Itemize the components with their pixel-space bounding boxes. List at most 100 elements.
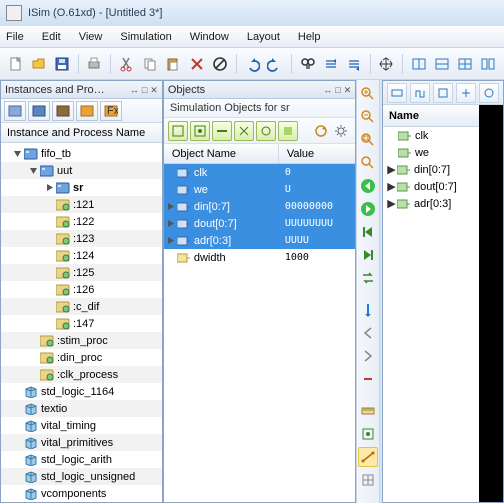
expand-button[interactable] [345,53,364,75]
expand-icon[interactable] [45,183,54,192]
expand-icon[interactable] [29,353,38,362]
dock-icon[interactable]: □ [335,85,340,95]
expand-icon[interactable] [45,268,54,277]
tree-item[interactable]: :clk_process [1,366,162,383]
expand-icon[interactable] [166,236,175,245]
object-row[interactable]: clk0 [164,164,355,181]
filter-btn-3[interactable] [52,101,74,121]
pin-icon[interactable]: ↔ [323,85,332,95]
add-marker-button[interactable] [358,300,378,320]
instances-tree[interactable]: fifo_tbuutsr:121:122:123:124:125:126:c_d… [1,143,162,502]
wave-name-header[interactable]: Name [383,105,479,127]
objfilter-3[interactable] [212,121,232,141]
expand-icon[interactable] [45,251,54,260]
tree-item[interactable]: std_logic_1164 [1,383,162,400]
expand-icon[interactable] [45,234,54,243]
menu-window[interactable]: Window [190,31,229,43]
copy-button[interactable] [140,53,159,75]
filter-btn-4[interactable] [76,101,98,121]
window-tile2-button[interactable] [432,53,451,75]
window-tile4-button[interactable] [479,53,498,75]
wave-signal-row[interactable]: ▶adr[0:3] [383,195,479,212]
next-edge-button[interactable] [358,245,378,265]
go-start-button[interactable] [358,176,378,196]
zoom-fit-button[interactable] [358,130,378,150]
tree-item[interactable]: :125 [1,264,162,281]
go-end-button[interactable] [358,199,378,219]
object-row[interactable]: weU [164,181,355,198]
window-tile3-button[interactable] [455,53,474,75]
save-button[interactable] [53,53,72,75]
objects-list[interactable]: clk0weUdin[0:7]00000000dout[0:7]UUUUUUUU… [164,164,355,502]
close-icon[interactable]: ✕ [150,85,158,95]
zoom-out-button[interactable] [358,107,378,127]
prev-edge-button[interactable] [358,222,378,242]
remove-marker-button[interactable] [358,369,378,389]
expand-icon[interactable] [45,285,54,294]
col-value[interactable]: Value [279,144,355,163]
expand-icon[interactable] [13,455,22,464]
swap-button[interactable] [358,268,378,288]
wave-btn-3[interactable] [433,83,453,103]
obj-reload-button[interactable] [312,122,330,140]
expand-icon[interactable] [13,489,22,498]
tree-item[interactable]: :c_dif [1,298,162,315]
menu-edit[interactable]: Edit [42,31,61,43]
expand-icon[interactable] [45,319,54,328]
objects-column-headers[interactable]: Object Name Value [164,144,355,164]
tree-item[interactable]: std_logic_arith [1,451,162,468]
expand-icon[interactable] [13,421,22,430]
drag-icon[interactable] [377,53,396,75]
objfilter-1[interactable] [168,121,188,141]
expand-icon[interactable]: ▶ [387,182,396,191]
tree-item[interactable]: std_logic_unsigned [1,468,162,485]
tree-item[interactable]: :147 [1,315,162,332]
dock-icon[interactable]: □ [142,85,147,95]
filter-btn-5[interactable]: Fx [100,101,122,121]
filter-btn-2[interactable] [28,101,50,121]
expand-icon[interactable] [13,404,22,413]
expand-icon[interactable] [45,302,54,311]
tree-item[interactable]: :stim_proc [1,332,162,349]
grid-button[interactable] [358,470,378,490]
wave-signal-row[interactable]: we [383,144,479,161]
expand-icon[interactable] [166,253,175,262]
menu-file[interactable]: File [6,31,24,43]
window-tile1-button[interactable] [409,53,428,75]
tree-item[interactable]: :din_proc [1,349,162,366]
instances-column-header[interactable]: Instance and Process Name [1,123,162,143]
wave-plot-area[interactable] [479,105,503,502]
objfilter-2[interactable] [190,121,210,141]
object-row[interactable]: dout[0:7]UUUUUUUU [164,215,355,232]
wave-signal-row[interactable]: ▶dout[0:7] [383,178,479,195]
expand-icon[interactable] [29,166,38,175]
paste-button[interactable] [164,53,183,75]
wave-signal-row[interactable]: ▶din[0:7] [383,161,479,178]
open-button[interactable] [29,53,48,75]
cut-button[interactable] [117,53,136,75]
objfilter-4[interactable] [234,121,254,141]
close-icon[interactable]: ✕ [344,85,352,95]
tree-item[interactable]: fifo_tb [1,145,162,162]
expand-icon[interactable] [13,149,22,158]
tree-item[interactable]: vital_primitives [1,434,162,451]
wave-signals-list[interactable]: clkwe▶din[0:7]▶dout[0:7]▶adr[0:3] [383,127,479,212]
zoom-cursor-button[interactable] [358,153,378,173]
delete-button[interactable] [187,53,206,75]
ruler-button[interactable] [358,401,378,421]
expand-icon[interactable] [166,168,175,177]
tree-item[interactable]: sr [1,179,162,196]
expand-icon[interactable] [13,472,22,481]
menu-layout[interactable]: Layout [247,31,280,43]
cancel-button[interactable] [210,53,229,75]
next-marker-button[interactable] [358,346,378,366]
col-object-name[interactable]: Object Name [164,144,279,163]
print-button[interactable] [85,53,104,75]
measure-button[interactable] [358,447,378,467]
tree-item[interactable]: :121 [1,196,162,213]
expand-icon[interactable] [13,387,22,396]
tree-item[interactable]: vital_timing [1,417,162,434]
expand-icon[interactable]: ▶ [387,199,396,208]
objfilter-6[interactable] [278,121,298,141]
tree-item[interactable]: textio [1,400,162,417]
